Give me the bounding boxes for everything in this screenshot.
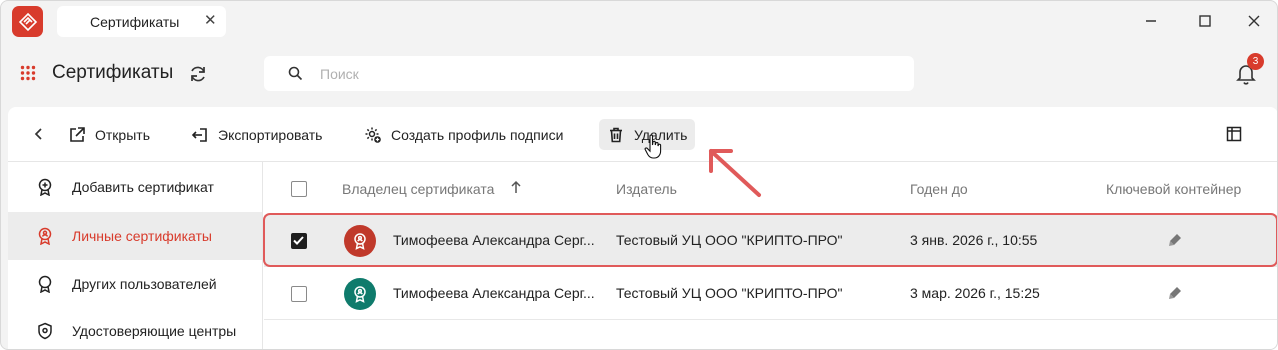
sidebar-item-add-certificate[interactable]: Добавить сертификат: [8, 163, 262, 211]
sidebar-item-label: Личные сертификаты: [72, 228, 212, 244]
maximize-icon[interactable]: [1195, 11, 1215, 31]
trash-icon: [607, 126, 625, 144]
search-box: [264, 56, 914, 91]
export-button[interactable]: Экспортировать: [183, 119, 330, 150]
annotation-arrow-icon: [701, 141, 767, 203]
row-checkbox[interactable]: [291, 286, 307, 302]
gear-add-icon: [364, 126, 382, 144]
sidebar-item-label: Удостоверяющие центры: [72, 323, 237, 339]
open-button[interactable]: Открыть: [60, 119, 158, 150]
minimize-icon[interactable]: [1141, 11, 1161, 31]
sidebar-item-personal-certificates[interactable]: Личные сертификаты: [8, 212, 262, 260]
open-label: Открыть: [95, 126, 150, 143]
search-input[interactable]: [320, 63, 880, 85]
hand-cursor-icon: [644, 134, 664, 160]
create-signature-profile-button[interactable]: Создать профиль подписи: [356, 119, 571, 150]
notification-badge: 3: [1247, 53, 1264, 70]
sidebar-item-other-users[interactable]: Других пользователей: [8, 260, 262, 308]
tab-close-icon[interactable]: ✕: [204, 13, 220, 29]
arrow-up-icon[interactable]: [510, 180, 522, 197]
refresh-icon[interactable]: [188, 64, 208, 84]
column-key-container[interactable]: Ключевой контейнер: [1106, 181, 1241, 197]
close-icon[interactable]: [1244, 11, 1264, 31]
app-header: Сертификаты 3: [1, 41, 1277, 107]
sidebar-item-label: Других пользователей: [72, 276, 217, 292]
chevron-left-icon[interactable]: [32, 125, 46, 143]
selected-row-highlight: [263, 213, 1277, 267]
usb-key-icon: [1168, 286, 1182, 300]
column-valid-until[interactable]: Годен до: [910, 181, 968, 197]
column-issuer[interactable]: Издатель: [616, 181, 677, 197]
certificate-add-icon: [37, 178, 53, 197]
export-icon: [191, 126, 209, 144]
export-label: Экспортировать: [218, 126, 323, 143]
search-icon: [288, 66, 303, 81]
personal-certificate-icon: [37, 227, 53, 246]
external-link-icon: [68, 126, 86, 144]
sidebar-item-certificate-authorities[interactable]: Удостоверяющие центры: [8, 307, 262, 349]
app-logo-icon: [12, 6, 43, 37]
owner-cell: Тимофеева Александра Серг...: [393, 285, 595, 301]
page-title: Сертификаты: [52, 62, 174, 83]
apps-grid-icon[interactable]: [20, 65, 36, 81]
create-signature-profile-label: Создать профиль подписи: [391, 126, 564, 143]
select-all-checkbox[interactable]: [291, 181, 307, 197]
toolbar: Открыть Экспортировать Создать профиль п…: [8, 107, 1277, 162]
personal-certificate-icon: [344, 278, 376, 310]
app-window: Сертификаты ✕ Сертификаты Поиск 3 Открыт…: [0, 0, 1278, 350]
title-bar: Сертификаты ✕: [1, 1, 1277, 41]
table-header: Владелец сертификата Издатель Годен до К…: [264, 162, 1277, 216]
valid-until-cell: 3 мар. 2026 г., 15:25: [910, 285, 1040, 301]
panel-layout-icon[interactable]: [1226, 126, 1242, 142]
sidebar-item-label: Добавить сертификат: [72, 179, 214, 195]
issuer-cell: Тестовый УЦ ООО "КРИПТО-ПРО": [616, 285, 843, 301]
shield-icon: [37, 322, 53, 340]
tab-certificates[interactable]: Сертификаты ✕: [57, 6, 226, 37]
column-owner[interactable]: Владелец сертификата: [342, 181, 494, 197]
sidebar: Добавить сертификат Личные сертификаты Д…: [8, 162, 263, 349]
table-row[interactable]: Тимофеева Александра Серг... Тестовый УЦ…: [264, 268, 1277, 320]
certificate-icon: [37, 275, 53, 294]
tab-title: Сертификаты: [90, 14, 180, 30]
